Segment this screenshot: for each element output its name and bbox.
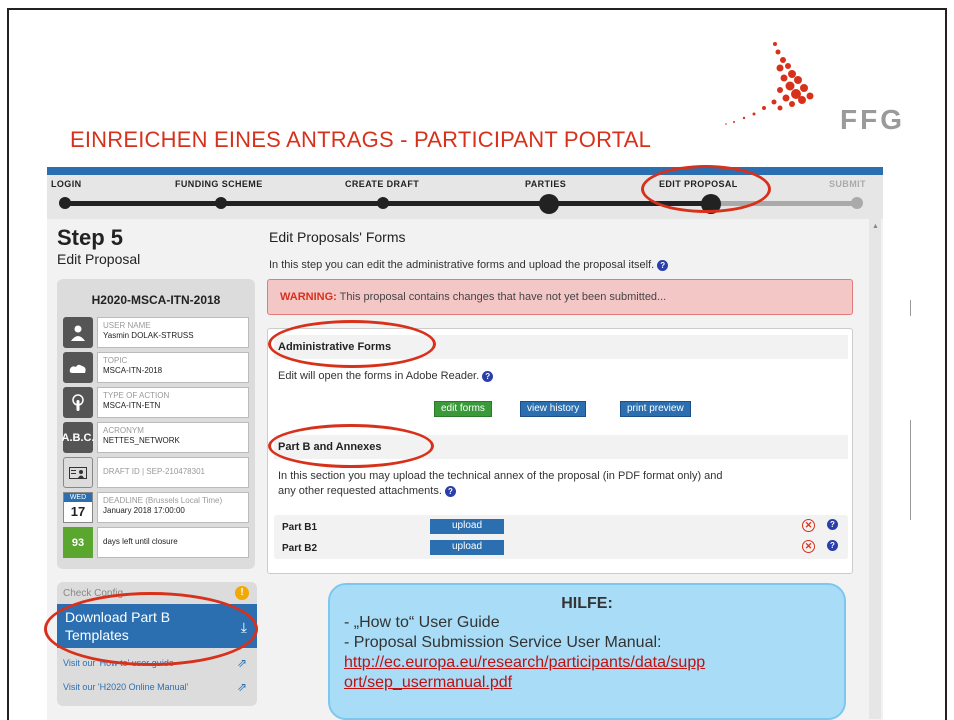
step-login-dot [59,197,71,209]
help-line-manual: - Proposal Submission Service User Manua… [344,634,662,651]
highlight-download-templates [44,592,258,666]
info-user: USER NAME Yasmin DOLAK-STRUSS [63,317,249,348]
main-content: Edit Proposals' Forms In this step you c… [267,225,857,574]
part-b2-row: Part B2 upload ✕ ? [282,538,842,558]
help-icon[interactable]: ? [444,486,456,497]
warning-icon: ! [235,586,249,600]
edit-forms-button[interactable]: edit forms [434,401,492,417]
external-link-icon[interactable]: ⇗ [237,680,247,694]
print-preview-button[interactable]: print preview [620,401,691,417]
step-parties-dot [539,194,559,214]
step-name: Edit Proposal [57,251,141,267]
abc-icon: A.B.C. [62,422,95,453]
warning-banner: WARNING: This proposal contains changes … [267,279,853,315]
user-icon [63,317,93,348]
help-icon[interactable]: ? [482,371,494,382]
part-b1-row: Part B1 upload ✕ ? [282,517,842,537]
cloud-icon [63,352,93,383]
info-acronym: A.B.C. ACRONYM NETTES_NETWORK [62,422,249,453]
admin-forms-text: Edit will open the forms in Adobe Reader… [278,369,494,384]
touch-icon [63,387,93,418]
main-heading: Edit Proposals' Forms [269,229,406,245]
call-id: H2020-MSCA-ITN-2018 [91,293,221,307]
intro-text: In this step you can edit the administra… [269,259,857,271]
help-icon[interactable]: ? [657,260,669,271]
help-callout: HILFE: - „How to“ User Guide - Proposal … [328,583,846,720]
highlight-part-b [268,424,434,468]
part-b-upload-list: Part B1 upload ✕ ? Part B2 upload ✕ ? [274,515,848,559]
step-submit-dot [851,197,863,209]
h2020-online-manual-link[interactable]: Visit our 'H2020 Online Manual' [63,682,188,692]
slide-title: EINREICHEN EINES ANTRAGS - PARTICIPANT P… [70,127,652,152]
scroll-up-icon[interactable]: ▲ [872,223,879,230]
help-title: HILFE: [561,595,613,612]
logo-text: FFG [840,104,905,135]
help-line-user-guide: - „How to“ User Guide [344,614,500,631]
external-link-icon[interactable]: ⇗ [237,656,247,670]
calendar-icon: WED 17 [63,492,93,523]
step-submit[interactable]: SUBMIT [829,179,866,189]
info-draft-id: DRAFT ID | SEP-210478301 [63,457,249,488]
step-funding-scheme-dot [215,197,227,209]
part-b-text: In this section you may upload the techn… [278,470,723,497]
upload-part-b1-button[interactable]: upload [430,519,504,534]
left-column: Step 5 Edit Proposal H2020-MSCA-ITN-2018… [57,225,257,569]
id-card-icon [63,457,93,488]
step-login[interactable]: LOGIN [51,179,82,189]
help-icon[interactable]: ? [827,519,838,530]
delete-icon[interactable]: ✕ [802,540,815,553]
info-days-left: 93 days left until closure [63,527,249,558]
step-funding-scheme[interactable]: FUNDING SCHEME [175,179,263,189]
info-type-of-action: TYPE OF ACTION MSCA-ITN-ETN [63,387,249,418]
step-number: Step 5 [57,225,124,250]
proposal-info-box: H2020-MSCA-ITN-2018 USER NAME Yasmin DOL… [57,279,255,569]
highlight-edit-proposal [641,165,771,213]
draft-id: DRAFT ID | SEP-210478301 [103,467,205,476]
info-deadline: WED 17 DEADLINE (Brussels Local Time) Ja… [63,492,249,523]
info-topic: TOPIC MSCA-ITN-2018 [63,352,249,383]
highlight-admin-forms [268,320,436,368]
delete-icon[interactable]: ✕ [802,519,815,532]
days-left-badge: 93 [63,527,93,558]
scrollbar[interactable]: ▲ [869,219,881,719]
step-parties[interactable]: PARTIES [525,179,566,189]
view-history-button[interactable]: view history [520,401,587,417]
manual-url-link[interactable]: http://ec.europa.eu/research/participant… [344,653,830,693]
step-create-draft[interactable]: CREATE DRAFT [345,179,419,189]
help-icon[interactable]: ? [827,540,838,551]
upload-part-b2-button[interactable]: upload [430,540,504,555]
step-create-draft-dot [377,197,389,209]
